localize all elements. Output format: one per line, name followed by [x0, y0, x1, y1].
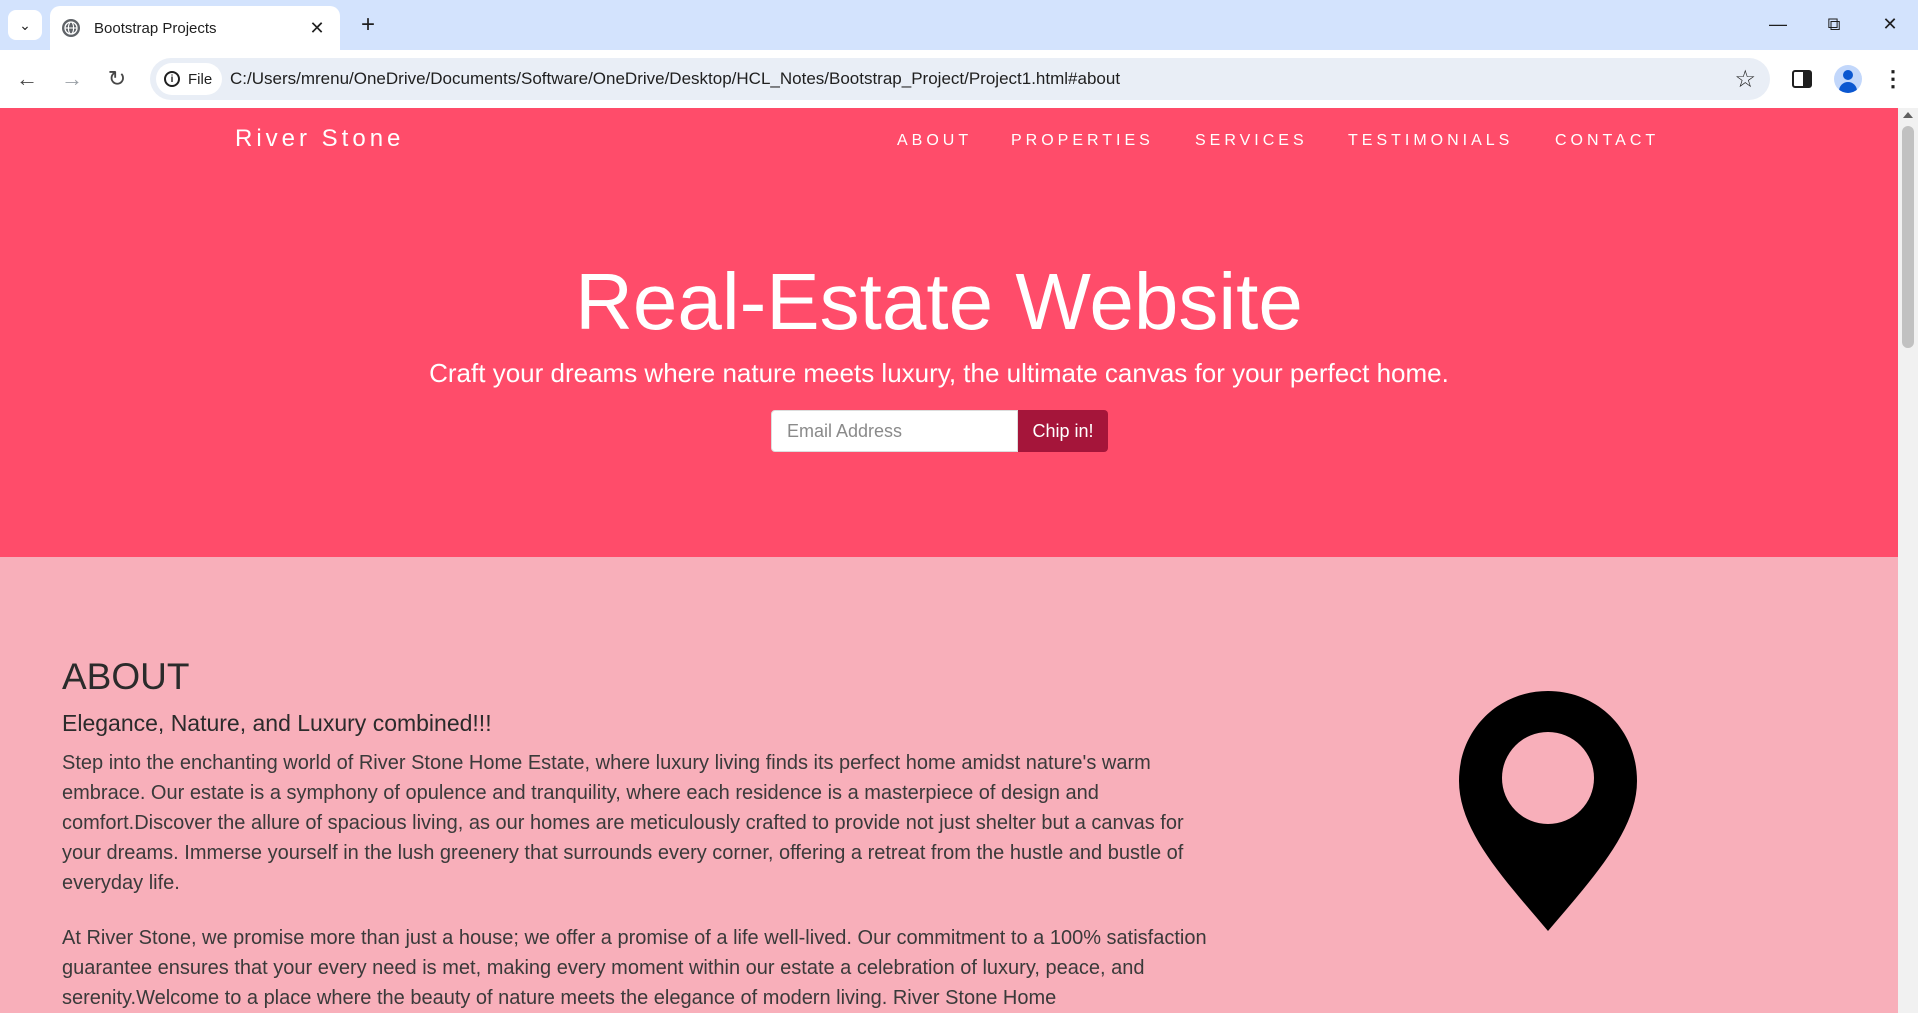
nav-link-services[interactable]: SERVICES — [1195, 132, 1308, 150]
nav-link-contact[interactable]: CONTACT — [1555, 132, 1659, 150]
site-info-chip[interactable]: i File — [156, 63, 223, 95]
kebab-menu-icon: ⋮ — [1882, 66, 1904, 91]
chip-in-button[interactable]: Chip in! — [1018, 410, 1108, 452]
new-tab-button[interactable]: + — [352, 10, 384, 40]
hero-title: Real-Estate Website — [575, 257, 1303, 346]
page-viewport: River Stone ABOUT PROPERTIES SERVICES TE… — [0, 108, 1898, 1013]
profile-button[interactable] — [1833, 64, 1863, 94]
tab-search-chevron-icon[interactable]: ⌄ — [8, 10, 42, 40]
location-pin-icon — [1459, 691, 1637, 931]
back-arrow-icon[interactable]: ← — [12, 64, 42, 94]
bookmark-star-icon[interactable]: ☆ — [1734, 65, 1756, 94]
about-section: ABOUT Elegance, Nature, and Luxury combi… — [0, 557, 1898, 1013]
tab-close-icon[interactable]: ✕ — [306, 18, 328, 39]
browser-menu-button[interactable]: ⋮ — [1878, 64, 1908, 94]
url-text[interactable]: C:/Users/mrenu/OneDrive/Documents/Softwa… — [230, 69, 1120, 89]
window-close-icon[interactable]: ✕ — [1870, 8, 1910, 40]
about-heading: ABOUT — [62, 656, 190, 697]
file-chip-label: File — [188, 70, 213, 88]
about-subheading: Elegance, Nature, and Luxury combined!!! — [62, 710, 492, 736]
about-paragraph-2: At River Stone, we promise more than jus… — [62, 927, 1207, 1009]
nav-link-properties[interactable]: PROPERTIES — [1011, 132, 1154, 150]
info-icon: i — [164, 71, 180, 87]
address-bar[interactable]: i File C:/Users/mrenu/OneDrive/Documents… — [150, 58, 1770, 100]
side-panel-button[interactable] — [1787, 64, 1817, 94]
page-scrollbar[interactable] — [1898, 108, 1918, 1013]
email-input[interactable] — [771, 410, 1018, 452]
scroll-up-arrow-icon[interactable] — [1903, 112, 1913, 118]
scrollbar-thumb[interactable] — [1902, 126, 1914, 348]
restore-icon[interactable]: ⧉ — [1814, 8, 1854, 40]
reload-icon[interactable]: ↻ — [102, 64, 132, 94]
nav-link-testimonials[interactable]: TESTIMONIALS — [1348, 132, 1513, 150]
browser-tab[interactable]: Bootstrap Projects ✕ — [50, 6, 340, 50]
hero-section: River Stone ABOUT PROPERTIES SERVICES TE… — [0, 108, 1898, 557]
nav-link-about[interactable]: ABOUT — [897, 132, 972, 150]
profile-avatar-icon — [1834, 65, 1862, 93]
tab-title: Bootstrap Projects — [94, 19, 217, 37]
about-paragraph-1: Step into the enchanting world of River … — [62, 752, 1184, 894]
forward-arrow-icon[interactable]: → — [57, 64, 87, 94]
navbar-brand[interactable]: River Stone — [235, 125, 404, 153]
minimize-icon[interactable]: — — [1758, 8, 1798, 40]
globe-icon — [62, 19, 80, 37]
browser-toolbar: ← → ↻ i File C:/Users/mrenu/OneDrive/Doc… — [0, 50, 1918, 108]
side-panel-icon — [1792, 70, 1812, 88]
signup-form: Chip in! — [771, 410, 1108, 452]
hero-subtitle: Craft your dreams where nature meets lux… — [429, 358, 1449, 388]
browser-tab-bar: ⌄ Bootstrap Projects ✕ + — ⧉ ✕ — [0, 0, 1918, 50]
